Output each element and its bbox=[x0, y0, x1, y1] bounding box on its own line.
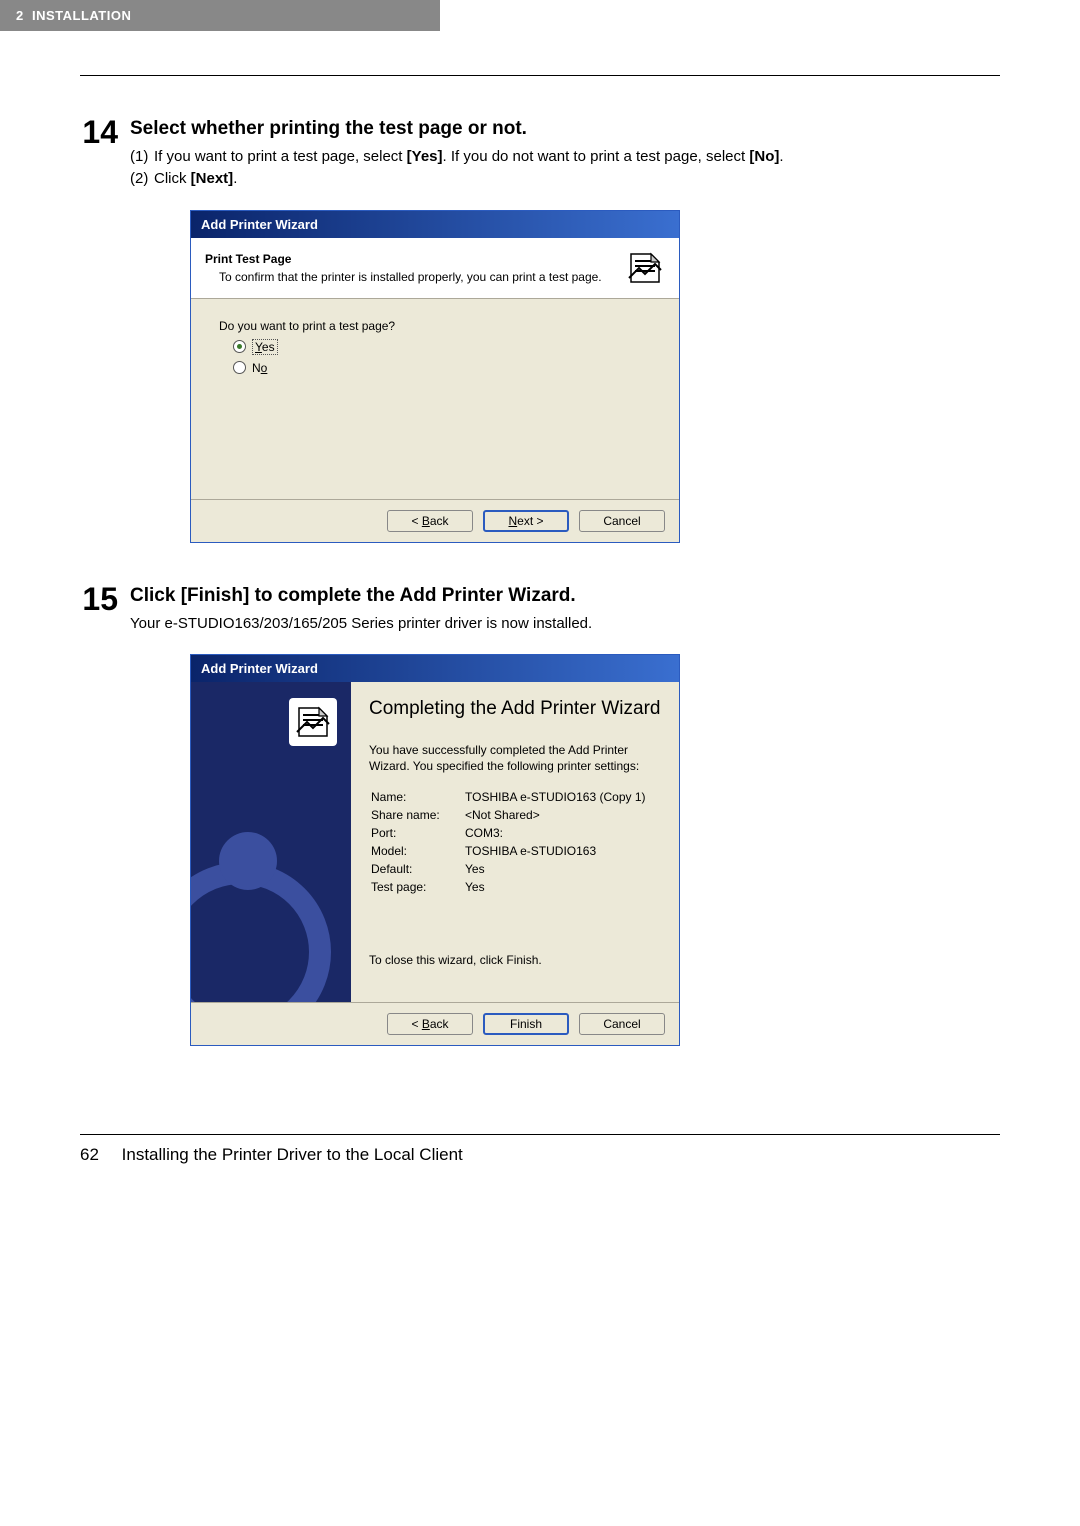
back-button[interactable]: < Back bbox=[387, 510, 473, 532]
dialog-title: Add Printer Wizard bbox=[191, 211, 679, 238]
step-sub-1: (1)If you want to print a test page, sel… bbox=[130, 146, 1000, 168]
dialog-title: Add Printer Wizard bbox=[191, 655, 679, 682]
step-15: 15 Click [Finish] to complete the Add Pr… bbox=[80, 583, 1000, 1067]
step-number: 15 bbox=[80, 583, 130, 1067]
radio-no[interactable]: No bbox=[233, 361, 651, 375]
settings-table: Name:TOSHIBA e-STUDIO163 (Copy 1) Share … bbox=[369, 787, 648, 897]
next-button[interactable]: Next > bbox=[483, 510, 569, 532]
page-content: 14 Select whether printing the test page… bbox=[0, 76, 1080, 1106]
printer-icon bbox=[289, 698, 337, 746]
step-14: 14 Select whether printing the test page… bbox=[80, 116, 1000, 563]
step-number: 14 bbox=[80, 116, 130, 563]
step-title: Click [Finish] to complete the Add Print… bbox=[130, 585, 1000, 607]
dialog-footer: < Back Finish Cancel bbox=[191, 1003, 679, 1045]
dialog-body: Completing the Add Printer Wizard You ha… bbox=[191, 682, 679, 1003]
row-name: Name:TOSHIBA e-STUDIO163 (Copy 1) bbox=[371, 789, 646, 805]
cancel-button[interactable]: Cancel bbox=[579, 1013, 665, 1035]
back-button[interactable]: < Back bbox=[387, 1013, 473, 1035]
step-sub-2: (2)Click [Next]. bbox=[130, 168, 1000, 190]
page-header-tab: 2 INSTALLATION bbox=[0, 0, 440, 31]
chapter-num: 2 bbox=[16, 8, 24, 23]
dialog-header-title: Print Test Page bbox=[205, 252, 625, 266]
radio-yes-label: Yes bbox=[252, 339, 278, 355]
step-body: Click [Finish] to complete the Add Print… bbox=[130, 583, 1000, 1067]
footer-text: Installing the Printer Driver to the Loc… bbox=[122, 1145, 463, 1164]
page-number: 62 bbox=[80, 1145, 99, 1164]
completion-text: You have successfully completed the Add … bbox=[369, 742, 661, 774]
dialog-header-sub: To confirm that the printer is installed… bbox=[205, 270, 625, 284]
radio-icon bbox=[233, 340, 246, 353]
step-sub: Your e-STUDIO163/203/165/205 Series prin… bbox=[130, 613, 1000, 635]
close-instruction: To close this wizard, click Finish. bbox=[369, 953, 661, 967]
cancel-button[interactable]: Cancel bbox=[579, 510, 665, 532]
dialog-completing-wizard: Add Printer Wizard Completing the Add Pr… bbox=[190, 654, 680, 1046]
step-body: Select whether printing the test page or… bbox=[130, 116, 1000, 563]
printer-icon bbox=[625, 248, 665, 288]
row-model: Model:TOSHIBA e-STUDIO163 bbox=[371, 843, 646, 859]
step-title: Select whether printing the test page or… bbox=[130, 118, 1000, 140]
row-default: Default:Yes bbox=[371, 861, 646, 877]
row-port: Port:COM3: bbox=[371, 825, 646, 841]
radio-icon bbox=[233, 361, 246, 374]
dialog-print-test-page: Add Printer Wizard Print Test Page To co… bbox=[190, 210, 680, 543]
dialog-header: Print Test Page To confirm that the prin… bbox=[191, 238, 679, 299]
dialog-footer: < Back Next > Cancel bbox=[191, 500, 679, 542]
wizard-banner bbox=[191, 682, 351, 1002]
row-share: Share name:<Not Shared> bbox=[371, 807, 646, 823]
question-text: Do you want to print a test page? bbox=[219, 319, 651, 333]
row-testpage: Test page:Yes bbox=[371, 879, 646, 895]
completion-heading: Completing the Add Printer Wizard bbox=[369, 698, 661, 720]
dialog-body: Do you want to print a test page? Yes No bbox=[191, 299, 679, 500]
finish-button[interactable]: Finish bbox=[483, 1013, 569, 1035]
page-footer: 62 Installing the Printer Driver to the … bbox=[0, 1135, 1080, 1225]
dialog-right-panel: Completing the Add Printer Wizard You ha… bbox=[351, 682, 679, 1002]
radio-no-label: No bbox=[252, 361, 267, 375]
radio-yes[interactable]: Yes bbox=[233, 339, 651, 355]
chapter-title: INSTALLATION bbox=[32, 8, 131, 23]
